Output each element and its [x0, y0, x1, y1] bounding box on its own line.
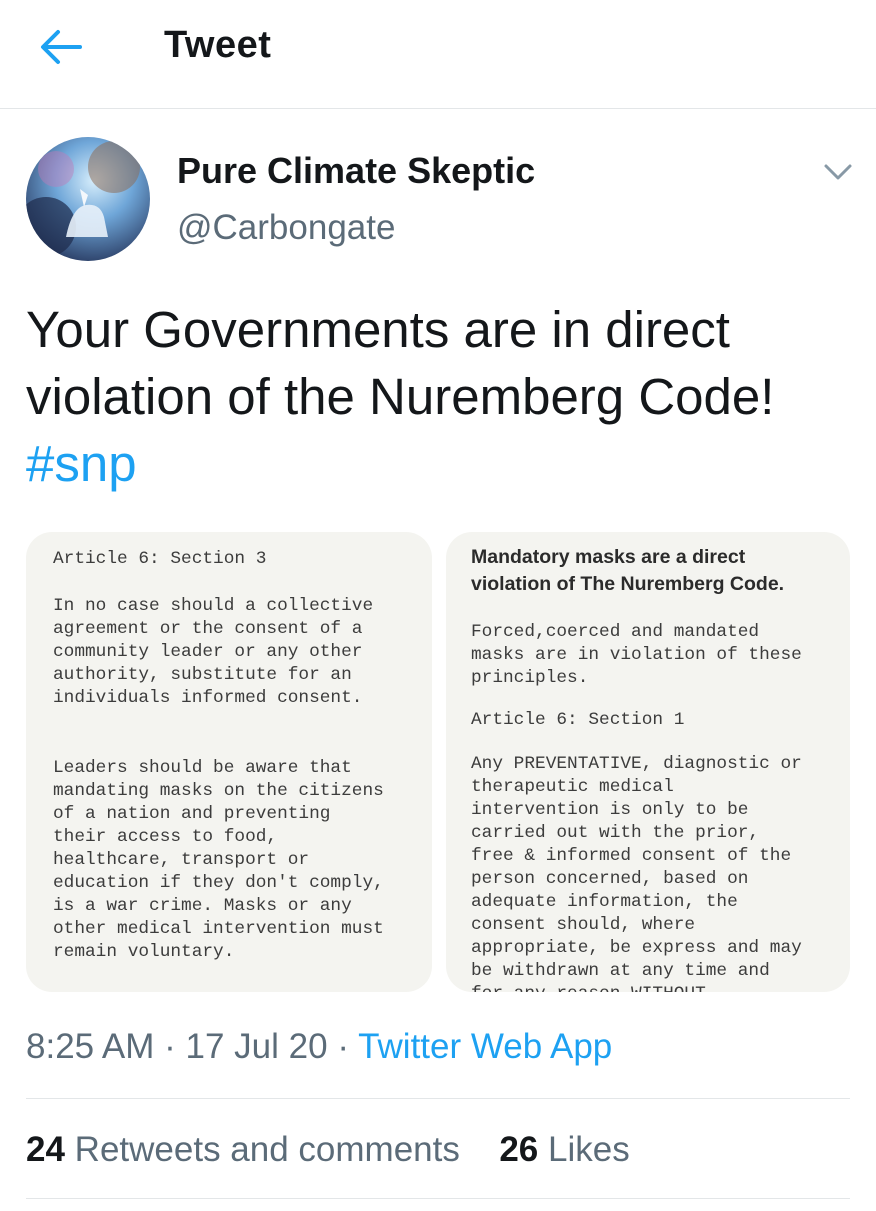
author-handle[interactable]: @Carbongate: [177, 208, 395, 248]
tweet-image-left[interactable]: Article 6: Section 3 In no case should a…: [26, 532, 432, 992]
author-display-name[interactable]: Pure Climate Skeptic: [177, 150, 535, 192]
divider: [26, 1198, 850, 1199]
retweets-count: 24: [26, 1130, 65, 1169]
likes-label: Likes: [547, 1130, 630, 1169]
back-button[interactable]: [36, 24, 86, 70]
tweet-metadata: 8:25 AM · 17 Jul 20 · Twitter Web App: [26, 1027, 612, 1067]
tweet-text-line: Your Governments are in direct: [26, 301, 730, 358]
tweet-text-line: violation of the Nuremberg Code!: [26, 368, 775, 425]
divider: [26, 1098, 850, 1099]
avatar-image: [26, 137, 150, 261]
retweets-label: Retweets and comments: [74, 1130, 460, 1169]
tweet-date: 17 Jul 20: [185, 1027, 328, 1066]
avatar[interactable]: [26, 137, 150, 261]
arrow-left-icon: [41, 30, 82, 64]
image-paragraph: Any PREVENTATIVE, diagnostic or therapeu…: [471, 754, 802, 992]
tweet-image-right[interactable]: Mandatory masks are a direct violation o…: [446, 532, 850, 992]
chevron-down-icon: [824, 164, 852, 180]
meta-separator: ·: [327, 1027, 359, 1066]
image-paragraph: Forced,coerced and mandated masks are in…: [471, 622, 802, 688]
image-heading: Article 6: Section 3: [53, 549, 267, 569]
tweet-stats: 24 Retweets and comments 26 Likes: [26, 1130, 630, 1170]
page-title: Tweet: [164, 24, 272, 66]
image-paragraph: Leaders should be aware that mandating m…: [53, 758, 384, 962]
source-app-link[interactable]: Twitter Web App: [358, 1027, 612, 1066]
image-headline: Mandatory masks are a direct violation o…: [471, 546, 785, 595]
top-bar: Tweet: [0, 0, 876, 109]
likes-count: 26: [499, 1130, 539, 1169]
likes-stat[interactable]: 26 Likes: [499, 1130, 629, 1169]
image-heading: Article 6: Section 1: [471, 710, 685, 730]
meta-separator: ·: [154, 1027, 186, 1066]
tweet-time: 8:25 AM: [26, 1027, 155, 1066]
image-paragraph: In no case should a collective agreement…: [53, 596, 374, 708]
tweet-text: Your Governments are in direct violation…: [26, 296, 856, 497]
hashtag-link[interactable]: #snp: [26, 430, 856, 497]
tweet-menu-button[interactable]: [818, 156, 858, 188]
retweets-stat[interactable]: 24 Retweets and comments: [26, 1130, 460, 1169]
